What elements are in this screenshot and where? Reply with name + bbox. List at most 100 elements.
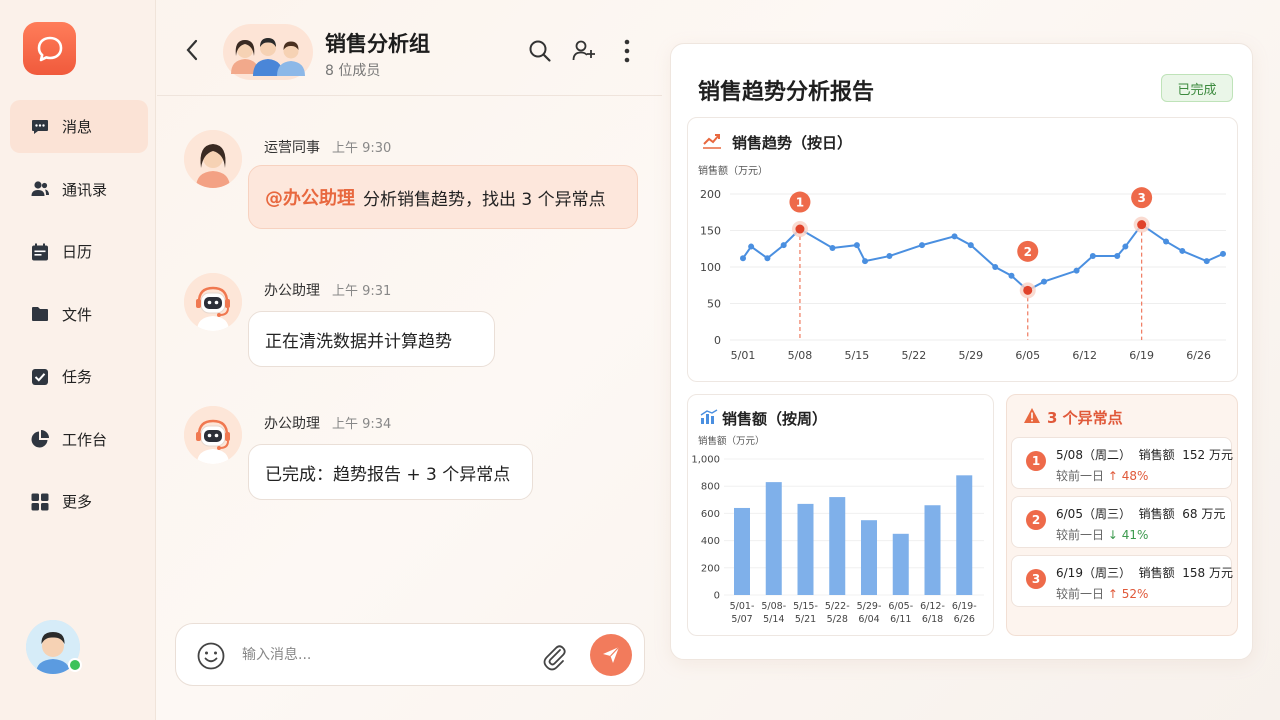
message-text: 分析销售趋势，找出 3 个异常点 (363, 189, 606, 210)
series-line (742, 223, 1224, 292)
message-text: 已完成：趋势报告 + 3 个异常点 (265, 464, 511, 485)
sidebar: 消息 通讯录 日历 文件 任务 工作台 更多 (0, 0, 156, 720)
x-tick-label: 6/05 (1015, 349, 1040, 362)
sidebar-item-label: 更多 (62, 493, 93, 511)
sidebar-item-files[interactable]: 文件 (10, 288, 148, 341)
chat-header: 销售分析组 8 位成员 (157, 0, 662, 96)
avatar[interactable] (184, 130, 242, 188)
data-point (1163, 238, 1170, 245)
data-point (740, 255, 746, 262)
data-point (1203, 258, 1210, 265)
data-point (1179, 247, 1186, 254)
sidebar-item-calendar[interactable]: 日历 (10, 225, 148, 278)
sidebar-item-label: 工作台 (62, 430, 108, 449)
message-text: 正在清洗数据并计算趋势 (265, 331, 452, 352)
line-chart: 销售额（万元） 0 50 100 150 200 5/01 5/08 5/15 5/22 5/29 6… (698, 164, 1226, 362)
x-tick-label: 5/07 (731, 614, 752, 625)
group-avatar[interactable] (223, 24, 313, 80)
anomaly-change: 较前一日 ↑ 48% (1056, 469, 1149, 483)
attach-button[interactable] (540, 641, 568, 671)
sidebar-item-tasks[interactable]: 任务 (10, 350, 148, 403)
data-point (1122, 243, 1129, 250)
app-logo[interactable] (23, 22, 76, 75)
sidebar-nav: 消息 通讯录 日历 文件 任务 工作台 更多 (10, 100, 148, 538)
user-avatar[interactable] (26, 620, 82, 674)
anomaly-item[interactable]: 3 6/19（周三） 销售额 158 万元 较前一日 ↑ 52% (1011, 555, 1233, 607)
message-composer (175, 623, 645, 686)
sidebar-item-more[interactable]: 更多 (10, 475, 148, 528)
send-button[interactable] (590, 634, 632, 676)
y-tick-label: 50 (707, 298, 721, 311)
message-sender: 办公助理 上午 9:31 (264, 283, 392, 299)
anomaly-marker-label: 1 (796, 196, 804, 210)
x-tick-label: 6/26 (954, 614, 975, 625)
x-tick-label: 5/01- (730, 601, 755, 612)
anomaly-item[interactable]: 1 5/08（周二） 销售额 152 万元 较前一日 ↑ 48% (1011, 437, 1233, 489)
sidebar-item-workbench[interactable]: 工作台 (10, 413, 148, 466)
bot-avatar[interactable] (184, 273, 242, 331)
bar (924, 505, 941, 595)
anomaly-number: 1 (1026, 451, 1046, 471)
x-tick-label: 6/11 (890, 614, 911, 625)
message-time: 上午 9:30 (332, 141, 392, 156)
x-tick-label: 5/29 (958, 349, 983, 362)
search-icon (529, 40, 551, 62)
chat-panel: 销售分析组 8 位成员 运营同事 上午 9:30 @办公助理 分析销售趋势，找出 … (157, 0, 662, 720)
sidebar-item-label: 消息 (62, 118, 93, 136)
checkbox-icon (30, 367, 50, 387)
data-point (748, 243, 755, 250)
anomaly-item[interactable]: 2 6/05（周三） 销售额 68 万元 较前一日 ↓ 41% (1011, 496, 1232, 548)
contacts-icon (30, 179, 50, 199)
message-bubble: 正在清洗数据并计算趋势 (248, 311, 495, 367)
y-tick-label: 0 (714, 334, 721, 347)
anomaly-point (1137, 220, 1147, 230)
x-tick-label: 5/14 (763, 614, 784, 625)
anomaly-change: 较前一日 ↓ 41% (1056, 528, 1149, 542)
add-member-button[interactable] (571, 38, 597, 64)
data-point (780, 242, 787, 249)
x-tick-label: 6/12 (1072, 349, 1097, 362)
mention-tag[interactable]: @办公助理 (265, 184, 355, 210)
x-tick-label: 6/26 (1186, 349, 1211, 362)
x-tick-label: 5/08- (761, 601, 786, 612)
data-point (918, 242, 925, 249)
x-tick-label: 5/28 (827, 614, 848, 625)
pie-chart-icon (30, 429, 50, 449)
x-tick-label: 5/22 (901, 349, 926, 362)
message-sender: 办公助理 上午 9:34 (264, 416, 392, 432)
grid-icon (30, 492, 50, 512)
x-tick-label: 5/15- (793, 601, 818, 612)
more-options-button[interactable] (614, 38, 640, 64)
send-icon (603, 646, 620, 663)
y-tick-label: 200 (701, 563, 720, 574)
warning-icon (1024, 408, 1040, 423)
data-point (951, 233, 958, 240)
x-tick-label: 6/19- (952, 601, 977, 612)
y-axis-label: 销售额（万元） (698, 164, 768, 177)
add-user-icon (572, 40, 595, 61)
sidebar-item-label: 通讯录 (62, 180, 108, 199)
y-tick-label: 0 (714, 591, 720, 602)
anomaly-number: 3 (1026, 569, 1046, 589)
anomaly-panel: 3 个异常点 1 5/08（周二） 销售额 152 万元 较前一日 ↑ 48% … (1006, 394, 1238, 636)
search-button[interactable] (527, 38, 553, 64)
sidebar-item-messages[interactable]: 消息 (10, 100, 148, 153)
report-title: 销售趋势分析报告 (698, 80, 875, 105)
y-axis-label: 销售额（万元） (698, 435, 765, 447)
back-button[interactable] (181, 36, 203, 64)
message-input[interactable] (242, 642, 532, 668)
anomaly-main: 6/19（周三） 销售额 158 万元 (1056, 566, 1233, 580)
data-point (1114, 253, 1121, 260)
emoji-button[interactable] (196, 641, 226, 671)
data-point (862, 258, 869, 265)
message-bubble: 已完成：趋势报告 + 3 个异常点 (248, 444, 533, 500)
data-point (967, 242, 974, 249)
data-point (1008, 272, 1015, 279)
sidebar-item-label: 任务 (62, 368, 93, 386)
sidebar-item-contacts[interactable]: 通讯录 (10, 163, 148, 216)
member-count: 8 位成员 (325, 63, 381, 79)
x-tick-label: 6/19 (1129, 349, 1154, 362)
bot-avatar[interactable] (184, 406, 242, 464)
smiley-icon (197, 642, 225, 670)
anomaly-point (795, 224, 805, 234)
